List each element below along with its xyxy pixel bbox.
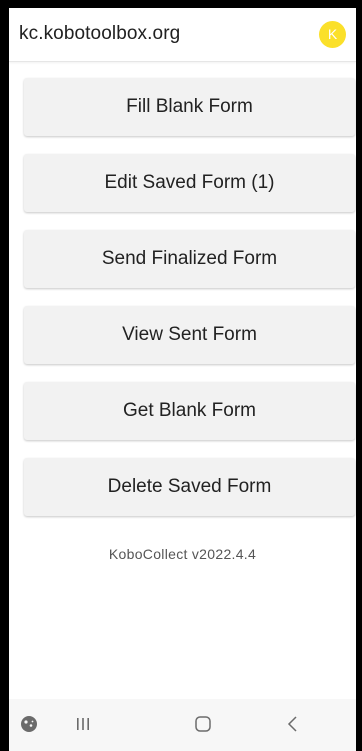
phone-frame: kc.kobotoolbox.org K Fill Blank Form Edi… bbox=[0, 0, 362, 751]
delete-saved-form-button[interactable]: Delete Saved Form bbox=[24, 458, 355, 516]
system-nav-bar bbox=[9, 699, 356, 751]
home-icon[interactable] bbox=[189, 709, 217, 739]
screen: kc.kobotoolbox.org K Fill Blank Form Edi… bbox=[9, 8, 356, 751]
fill-blank-form-button[interactable]: Fill Blank Form bbox=[24, 78, 355, 136]
assistant-icon[interactable] bbox=[15, 709, 43, 739]
server-title: kc.kobotoolbox.org bbox=[19, 23, 181, 44]
main-menu: Fill Blank Form Edit Saved Form (1) Send… bbox=[24, 78, 356, 534]
get-blank-form-button[interactable]: Get Blank Form bbox=[24, 382, 355, 440]
edit-saved-form-button[interactable]: Edit Saved Form (1) bbox=[24, 154, 355, 212]
send-finalized-form-button[interactable]: Send Finalized Form bbox=[24, 230, 355, 288]
account-avatar[interactable]: K bbox=[319, 21, 346, 48]
view-sent-form-button[interactable]: View Sent Form bbox=[24, 306, 355, 364]
back-icon[interactable] bbox=[279, 709, 307, 739]
app-version: KoboCollect v2022.4.4 bbox=[108, 546, 257, 562]
recent-apps-icon[interactable] bbox=[69, 709, 97, 739]
app-bar: kc.kobotoolbox.org K bbox=[9, 8, 356, 62]
